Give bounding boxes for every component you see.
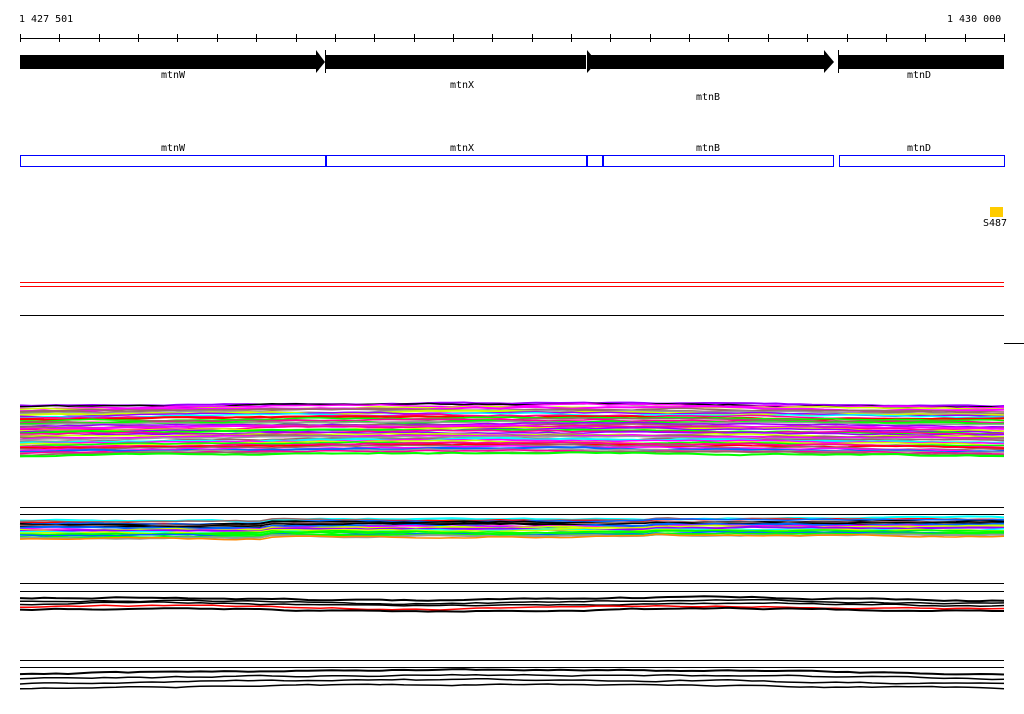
gene-arrow-mtnB[interactable] [591,50,834,73]
gene-arrow-mtnW[interactable] [20,50,325,73]
profile-line [19,678,1005,685]
ruler-axis [20,34,1005,42]
annotation-box-small[interactable] [587,155,603,167]
gene-arrow-mtnX[interactable] [326,55,586,69]
profile-track-2 [19,515,1005,541]
annotation-box-mtnX[interactable] [326,155,587,167]
annotation-box-mtnB[interactable] [603,155,834,167]
profile-track-1 [19,401,1005,458]
genome-browser-canvas [19,34,1024,690]
gene-track [20,50,1004,73]
annotation-box-mtnW[interactable] [20,155,326,167]
annotation-box-track [20,155,1005,167]
annotation-box-mtnD[interactable] [839,155,1005,167]
profile-track-4 [19,668,1005,690]
profile-line [19,683,1005,690]
profile-track-3 [19,595,1005,613]
gene-bar-mtnD[interactable] [839,55,1004,69]
marker-square[interactable] [990,207,1003,217]
gene-small-arrow [587,50,597,73]
profile-line [19,673,1005,681]
profile-line [19,668,1005,676]
